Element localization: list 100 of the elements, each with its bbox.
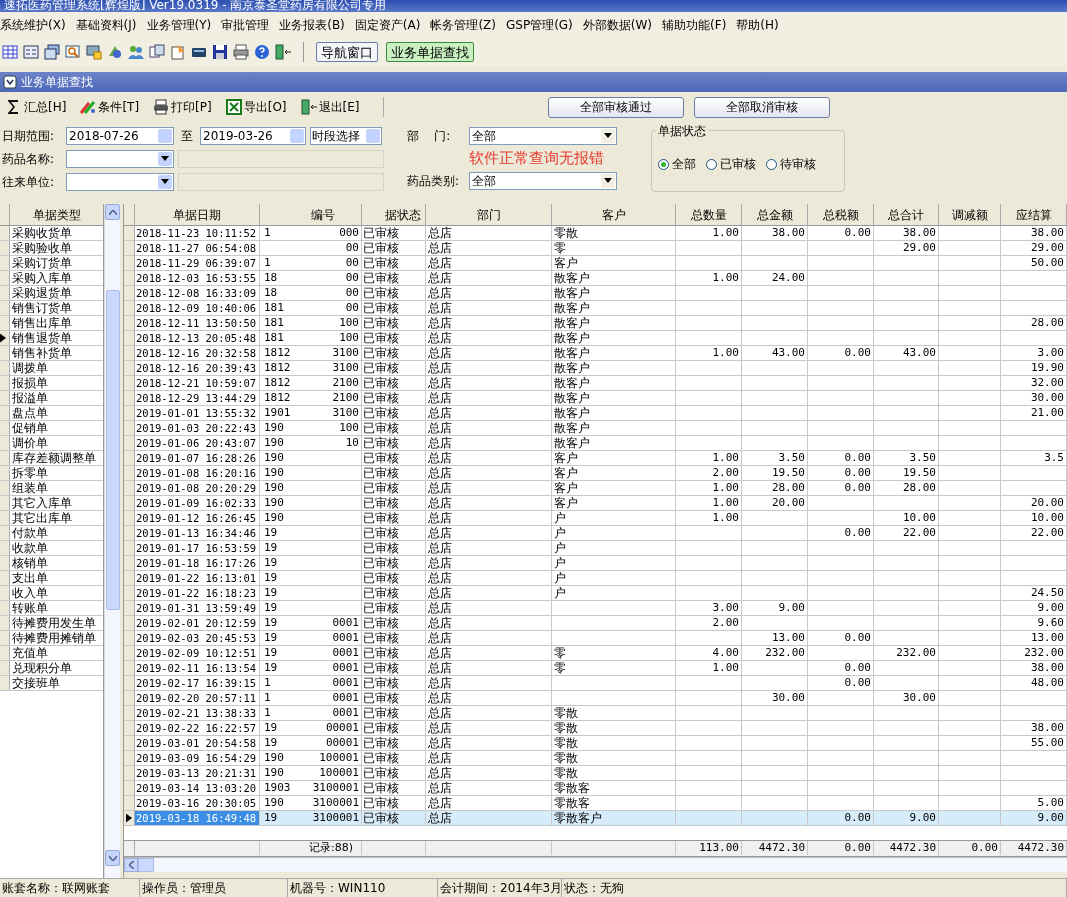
menu-item[interactable]: 业务管理(Y): [146, 16, 212, 34]
dropdown-icon[interactable]: [158, 151, 172, 166]
column-header[interactable]: 调减额: [939, 204, 1001, 226]
toolbar-button[interactable]: 导航窗口: [316, 42, 378, 62]
doc-type-item[interactable]: 销售退货单: [10, 331, 103, 345]
help-icon[interactable]: [254, 44, 270, 60]
spin-icon[interactable]: [290, 128, 304, 143]
column-header[interactable]: 应结算: [1001, 204, 1067, 226]
menu-item[interactable]: 系统维护(X): [0, 16, 66, 34]
column-header[interactable]: 总税额: [808, 204, 874, 226]
category-dropdown[interactable]: 全部: [469, 171, 617, 190]
dropdown-icon[interactable]: [601, 128, 615, 143]
date-from-field[interactable]: 2018-07-26: [66, 126, 174, 145]
action-button[interactable]: 汇总[H]: [6, 96, 67, 118]
doc-type-item[interactable]: 促销单: [10, 421, 103, 435]
radio-button[interactable]: [658, 158, 669, 170]
users-icon[interactable]: [128, 44, 144, 60]
doc-type-item[interactable]: 销售出库单: [10, 316, 103, 330]
column-header[interactable]: 客户: [552, 204, 676, 226]
column-header[interactable]: 单据日期: [135, 204, 260, 226]
doc-type-item[interactable]: 报溢单: [10, 391, 103, 405]
doc-type-item[interactable]: 调价单: [10, 436, 103, 450]
radio-button[interactable]: [706, 158, 717, 170]
action-button[interactable]: 条件[T]: [80, 96, 140, 118]
print-icon[interactable]: [233, 44, 249, 60]
column-header[interactable]: 据状态: [362, 204, 426, 226]
scrollbar-thumb[interactable]: [138, 858, 154, 872]
doc-type-item[interactable]: 库存差额调整单: [10, 451, 103, 465]
dropdown-icon[interactable]: [601, 173, 615, 188]
drug-name-field[interactable]: [66, 149, 174, 168]
menu-item[interactable]: 基础资料(J): [75, 16, 137, 34]
doc-type-item[interactable]: 盘点单: [10, 406, 103, 420]
doc-type-item[interactable]: 交接班单: [10, 676, 103, 690]
menu-item[interactable]: 外部数据(W): [582, 16, 653, 34]
menu-item[interactable]: GSP管理(G): [506, 16, 573, 34]
doc-type-item[interactable]: 收款单: [10, 541, 103, 555]
column-header[interactable]: 部门: [426, 204, 552, 226]
menu-item[interactable]: 帐务管理(Z): [430, 16, 496, 34]
windows-icon[interactable]: [44, 44, 60, 60]
note-icon[interactable]: [170, 44, 186, 60]
radio-button[interactable]: [766, 158, 777, 170]
column-header[interactable]: 总合计: [874, 204, 939, 226]
menu-item[interactable]: 辅助功能(F): [662, 16, 727, 34]
row-header[interactable]: [0, 331, 10, 345]
department-dropdown[interactable]: 全部: [469, 126, 617, 145]
doc-type-item[interactable]: 转账单: [10, 601, 103, 615]
date-to-field[interactable]: 2019-03-26: [200, 126, 306, 145]
radio-option[interactable]: 全部: [658, 155, 696, 173]
save-icon[interactable]: [212, 44, 228, 60]
doc-type-item[interactable]: 其它出库单: [10, 511, 103, 525]
period-selector[interactable]: 时段选择: [310, 126, 382, 145]
doc-type-item[interactable]: 支出单: [10, 571, 103, 585]
doc-type-item[interactable]: 收入单: [10, 586, 103, 600]
doc-type-item[interactable]: 采购验收单: [10, 241, 103, 255]
doc-type-item[interactable]: 核销单: [10, 556, 103, 570]
scrollbar-thumb[interactable]: [105, 290, 120, 610]
doc-type-item[interactable]: 组装单: [10, 481, 103, 495]
menu-item[interactable]: 固定资产(A): [354, 16, 421, 34]
scroll-down-button[interactable]: [105, 850, 120, 866]
column-header[interactable]: 总数量: [676, 204, 742, 226]
toolbar-button[interactable]: 业务单据查找: [386, 42, 474, 62]
doc-type-item[interactable]: 待摊费用摊销单: [10, 631, 103, 645]
scroll-up-button[interactable]: [105, 204, 120, 220]
doc-type-item[interactable]: 销售订货单: [10, 301, 103, 315]
doc-type-item[interactable]: 报损单: [10, 376, 103, 390]
dropdown-icon[interactable]: [158, 174, 172, 189]
doc-type-item[interactable]: 付款单: [10, 526, 103, 540]
spin-icon[interactable]: [366, 128, 380, 143]
doc-type-item[interactable]: 采购退货单: [10, 286, 103, 300]
doc-type-item[interactable]: 销售补货单: [10, 346, 103, 360]
doc-type-item[interactable]: 充值单: [10, 646, 103, 660]
radio-option[interactable]: 已审核: [706, 155, 756, 173]
exit-icon[interactable]: [275, 44, 291, 60]
menu-item[interactable]: 帮助(H): [736, 16, 779, 34]
column-header[interactable]: 编号: [260, 204, 362, 226]
doc-type-item[interactable]: 采购入库单: [10, 271, 103, 285]
partner-field[interactable]: [66, 172, 174, 191]
doc-type-item[interactable]: 调拨单: [10, 361, 103, 375]
action-button[interactable]: 退出[E]: [300, 96, 360, 118]
column-header[interactable]: 总金额: [742, 204, 808, 226]
shapes-icon[interactable]: [107, 44, 123, 60]
doc-type-item[interactable]: 其它入库单: [10, 496, 103, 510]
search-icon[interactable]: [65, 44, 81, 60]
scroll-left-button[interactable]: [124, 858, 138, 872]
radio-option[interactable]: 待审核: [766, 155, 816, 173]
doc-type-item[interactable]: 采购收货单: [10, 226, 103, 240]
table-icon[interactable]: [2, 44, 18, 60]
monitor-icon[interactable]: [86, 44, 102, 60]
action-button[interactable]: 打印[P]: [153, 96, 212, 118]
menu-item[interactable]: 审批管理: [221, 16, 270, 34]
action-button[interactable]: 导出[O]: [225, 96, 287, 118]
doc-type-item[interactable]: 采购订货单: [10, 256, 103, 270]
form-icon[interactable]: [23, 44, 39, 60]
cards-icon[interactable]: [149, 44, 165, 60]
doc-type-item[interactable]: 拆零单: [10, 466, 103, 480]
spin-icon[interactable]: [158, 128, 172, 143]
menu-item[interactable]: 业务报表(B): [279, 16, 345, 34]
audit-button[interactable]: 全部审核通过: [548, 96, 685, 118]
doc-type-item[interactable]: 兑现积分单: [10, 661, 103, 675]
row-header[interactable]: [124, 811, 135, 825]
